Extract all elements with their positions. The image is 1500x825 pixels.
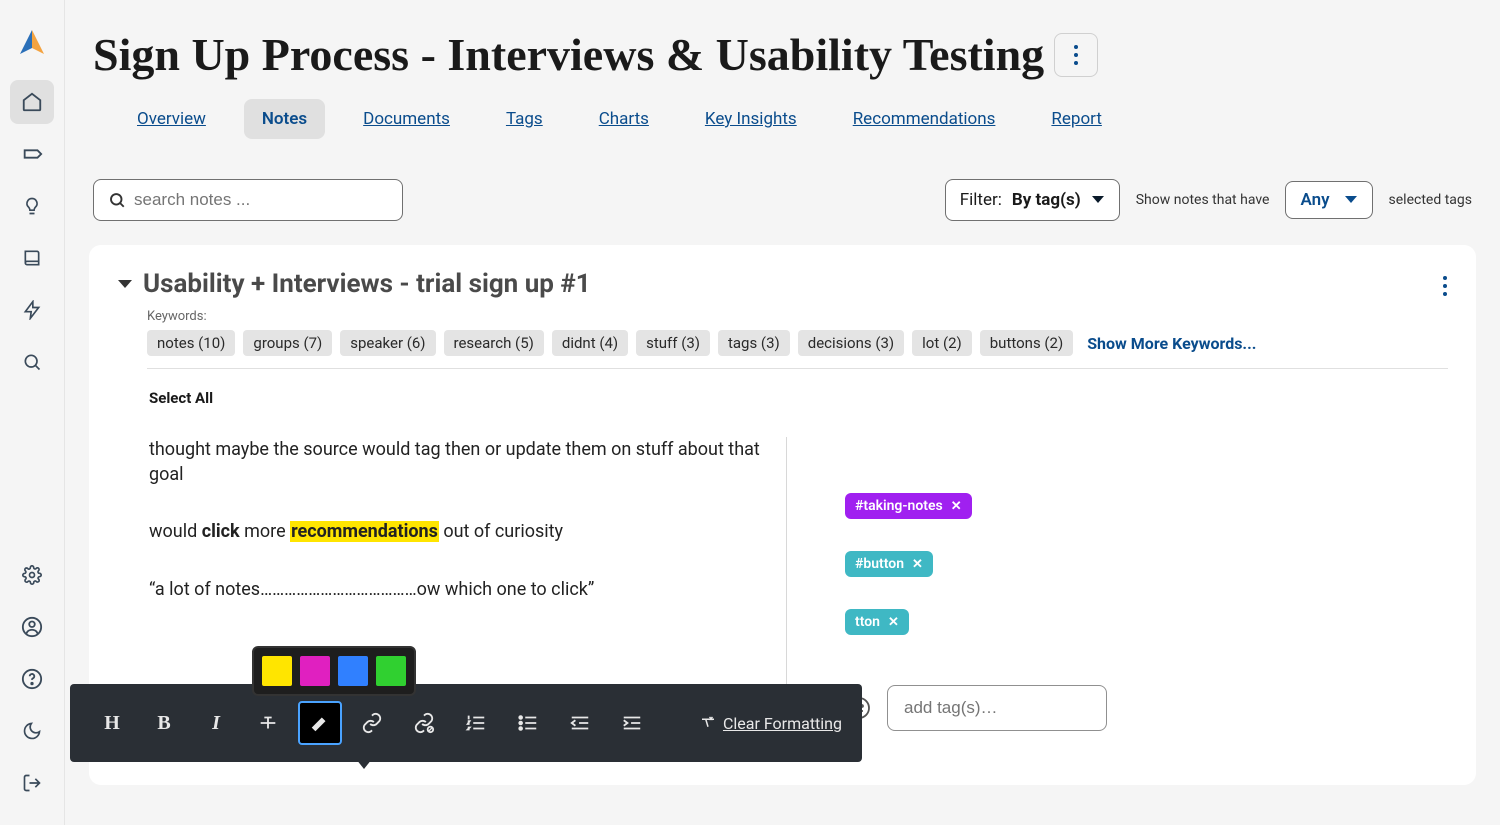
- remove-tag-icon[interactable]: ✕: [912, 557, 923, 572]
- help-icon[interactable]: [10, 657, 54, 701]
- ordered-list-button[interactable]: [454, 701, 498, 745]
- dark-mode-icon[interactable]: [10, 709, 54, 753]
- note-line[interactable]: “a lot of notes…………………………………ow which one…: [149, 577, 770, 602]
- keywords-row: notes (10) groups (7) speaker (6) resear…: [147, 330, 1448, 369]
- tab-documents[interactable]: Documents: [345, 99, 468, 139]
- clear-formatting-button[interactable]: Clear Formatting: [699, 714, 842, 733]
- add-tag-input[interactable]: [887, 685, 1107, 731]
- show-notes-prefix: Show notes that have: [1136, 192, 1270, 208]
- show-notes-suffix: selected tags: [1389, 192, 1472, 208]
- keyword-chip[interactable]: decisions (3): [798, 330, 904, 356]
- note-line[interactable]: thought maybe the source would tag then …: [149, 437, 770, 487]
- color-swatch-blue[interactable]: [338, 656, 368, 686]
- sidebar: [0, 0, 65, 825]
- formatting-toolbar: H B I Clear Formatting: [70, 684, 862, 762]
- tag-pill[interactable]: tton ✕: [845, 609, 909, 635]
- link-button[interactable]: [350, 701, 394, 745]
- unordered-list-button[interactable]: [506, 701, 550, 745]
- keyword-chip[interactable]: didnt (4): [552, 330, 628, 356]
- select-all[interactable]: Select All: [149, 389, 1448, 407]
- keyword-chip[interactable]: speaker (6): [340, 330, 435, 356]
- any-label: Any: [1300, 190, 1329, 210]
- color-swatch-magenta[interactable]: [300, 656, 330, 686]
- app-logo: [16, 28, 48, 60]
- tab-tags[interactable]: Tags: [488, 99, 561, 139]
- page-title: Sign Up Process - Interviews & Usability…: [93, 28, 1044, 81]
- tags-column: #taking-notes ✕ #button ✕ tton ✕: [787, 437, 1448, 743]
- filter-value: By tag(s): [1012, 190, 1081, 210]
- account-icon[interactable]: [10, 605, 54, 649]
- tab-notes[interactable]: Notes: [244, 99, 325, 139]
- color-swatch-yellow[interactable]: [262, 656, 292, 686]
- keyword-chip[interactable]: lot (2): [912, 330, 972, 356]
- search-input-wrapper[interactable]: [93, 179, 403, 221]
- collapse-icon[interactable]: [117, 278, 133, 290]
- tab-key-insights[interactable]: Key Insights: [687, 99, 815, 139]
- chevron-down-icon: [1344, 195, 1358, 205]
- highlight-button[interactable]: [298, 701, 342, 745]
- keyword-chip[interactable]: buttons (2): [980, 330, 1073, 356]
- tab-charts[interactable]: Charts: [581, 99, 667, 139]
- heading-button[interactable]: H: [90, 701, 134, 745]
- search-input[interactable]: [134, 190, 388, 210]
- highlight-color-popup: [252, 646, 416, 696]
- strikethrough-button[interactable]: [246, 701, 290, 745]
- show-more-keywords[interactable]: Show More Keywords...: [1087, 334, 1256, 353]
- unlink-button[interactable]: [402, 701, 446, 745]
- filter-dropdown[interactable]: Filter: By tag(s): [945, 179, 1120, 221]
- clear-formatting-icon: [699, 714, 717, 732]
- settings-icon[interactable]: [10, 553, 54, 597]
- tag-pill[interactable]: #taking-notes ✕: [845, 493, 972, 519]
- keyword-chip[interactable]: stuff (3): [636, 330, 710, 356]
- keyword-chip[interactable]: tags (3): [718, 330, 790, 356]
- chevron-down-icon: [1091, 195, 1105, 205]
- tag-icon[interactable]: [10, 132, 54, 176]
- keyword-chip[interactable]: research (5): [444, 330, 544, 356]
- book-icon[interactable]: [10, 236, 54, 280]
- tab-overview[interactable]: Overview: [119, 99, 224, 139]
- keywords-label: Keywords:: [147, 309, 1448, 324]
- note-line[interactable]: would click more recommendations out of …: [149, 519, 770, 544]
- home-icon[interactable]: [10, 80, 54, 124]
- lightning-icon[interactable]: [10, 288, 54, 332]
- search-icon: [108, 191, 126, 209]
- lightbulb-icon[interactable]: [10, 184, 54, 228]
- keyword-chip[interactable]: groups (7): [243, 330, 332, 356]
- bold-button[interactable]: B: [142, 701, 186, 745]
- search-icon[interactable]: [10, 340, 54, 384]
- tab-recommendations[interactable]: Recommendations: [835, 99, 1014, 139]
- keyword-chip[interactable]: notes (10): [147, 330, 235, 356]
- color-swatch-green[interactable]: [376, 656, 406, 686]
- logout-icon[interactable]: [10, 761, 54, 805]
- italic-button[interactable]: I: [194, 701, 238, 745]
- card-menu-button[interactable]: [1442, 275, 1448, 297]
- remove-tag-icon[interactable]: ✕: [951, 499, 962, 514]
- filter-prefix: Filter:: [960, 190, 1002, 210]
- any-dropdown[interactable]: Any: [1285, 181, 1372, 219]
- page-menu-button[interactable]: [1054, 33, 1098, 77]
- card-title: Usability + Interviews - trial sign up #…: [143, 269, 591, 299]
- toolbar-pointer: [356, 759, 372, 769]
- tag-pill[interactable]: #button ✕: [845, 551, 933, 577]
- remove-tag-icon[interactable]: ✕: [888, 615, 899, 630]
- outdent-button[interactable]: [558, 701, 602, 745]
- tab-report[interactable]: Report: [1033, 99, 1119, 139]
- tabs: Overview Notes Documents Tags Charts Key…: [93, 99, 1472, 139]
- indent-button[interactable]: [610, 701, 654, 745]
